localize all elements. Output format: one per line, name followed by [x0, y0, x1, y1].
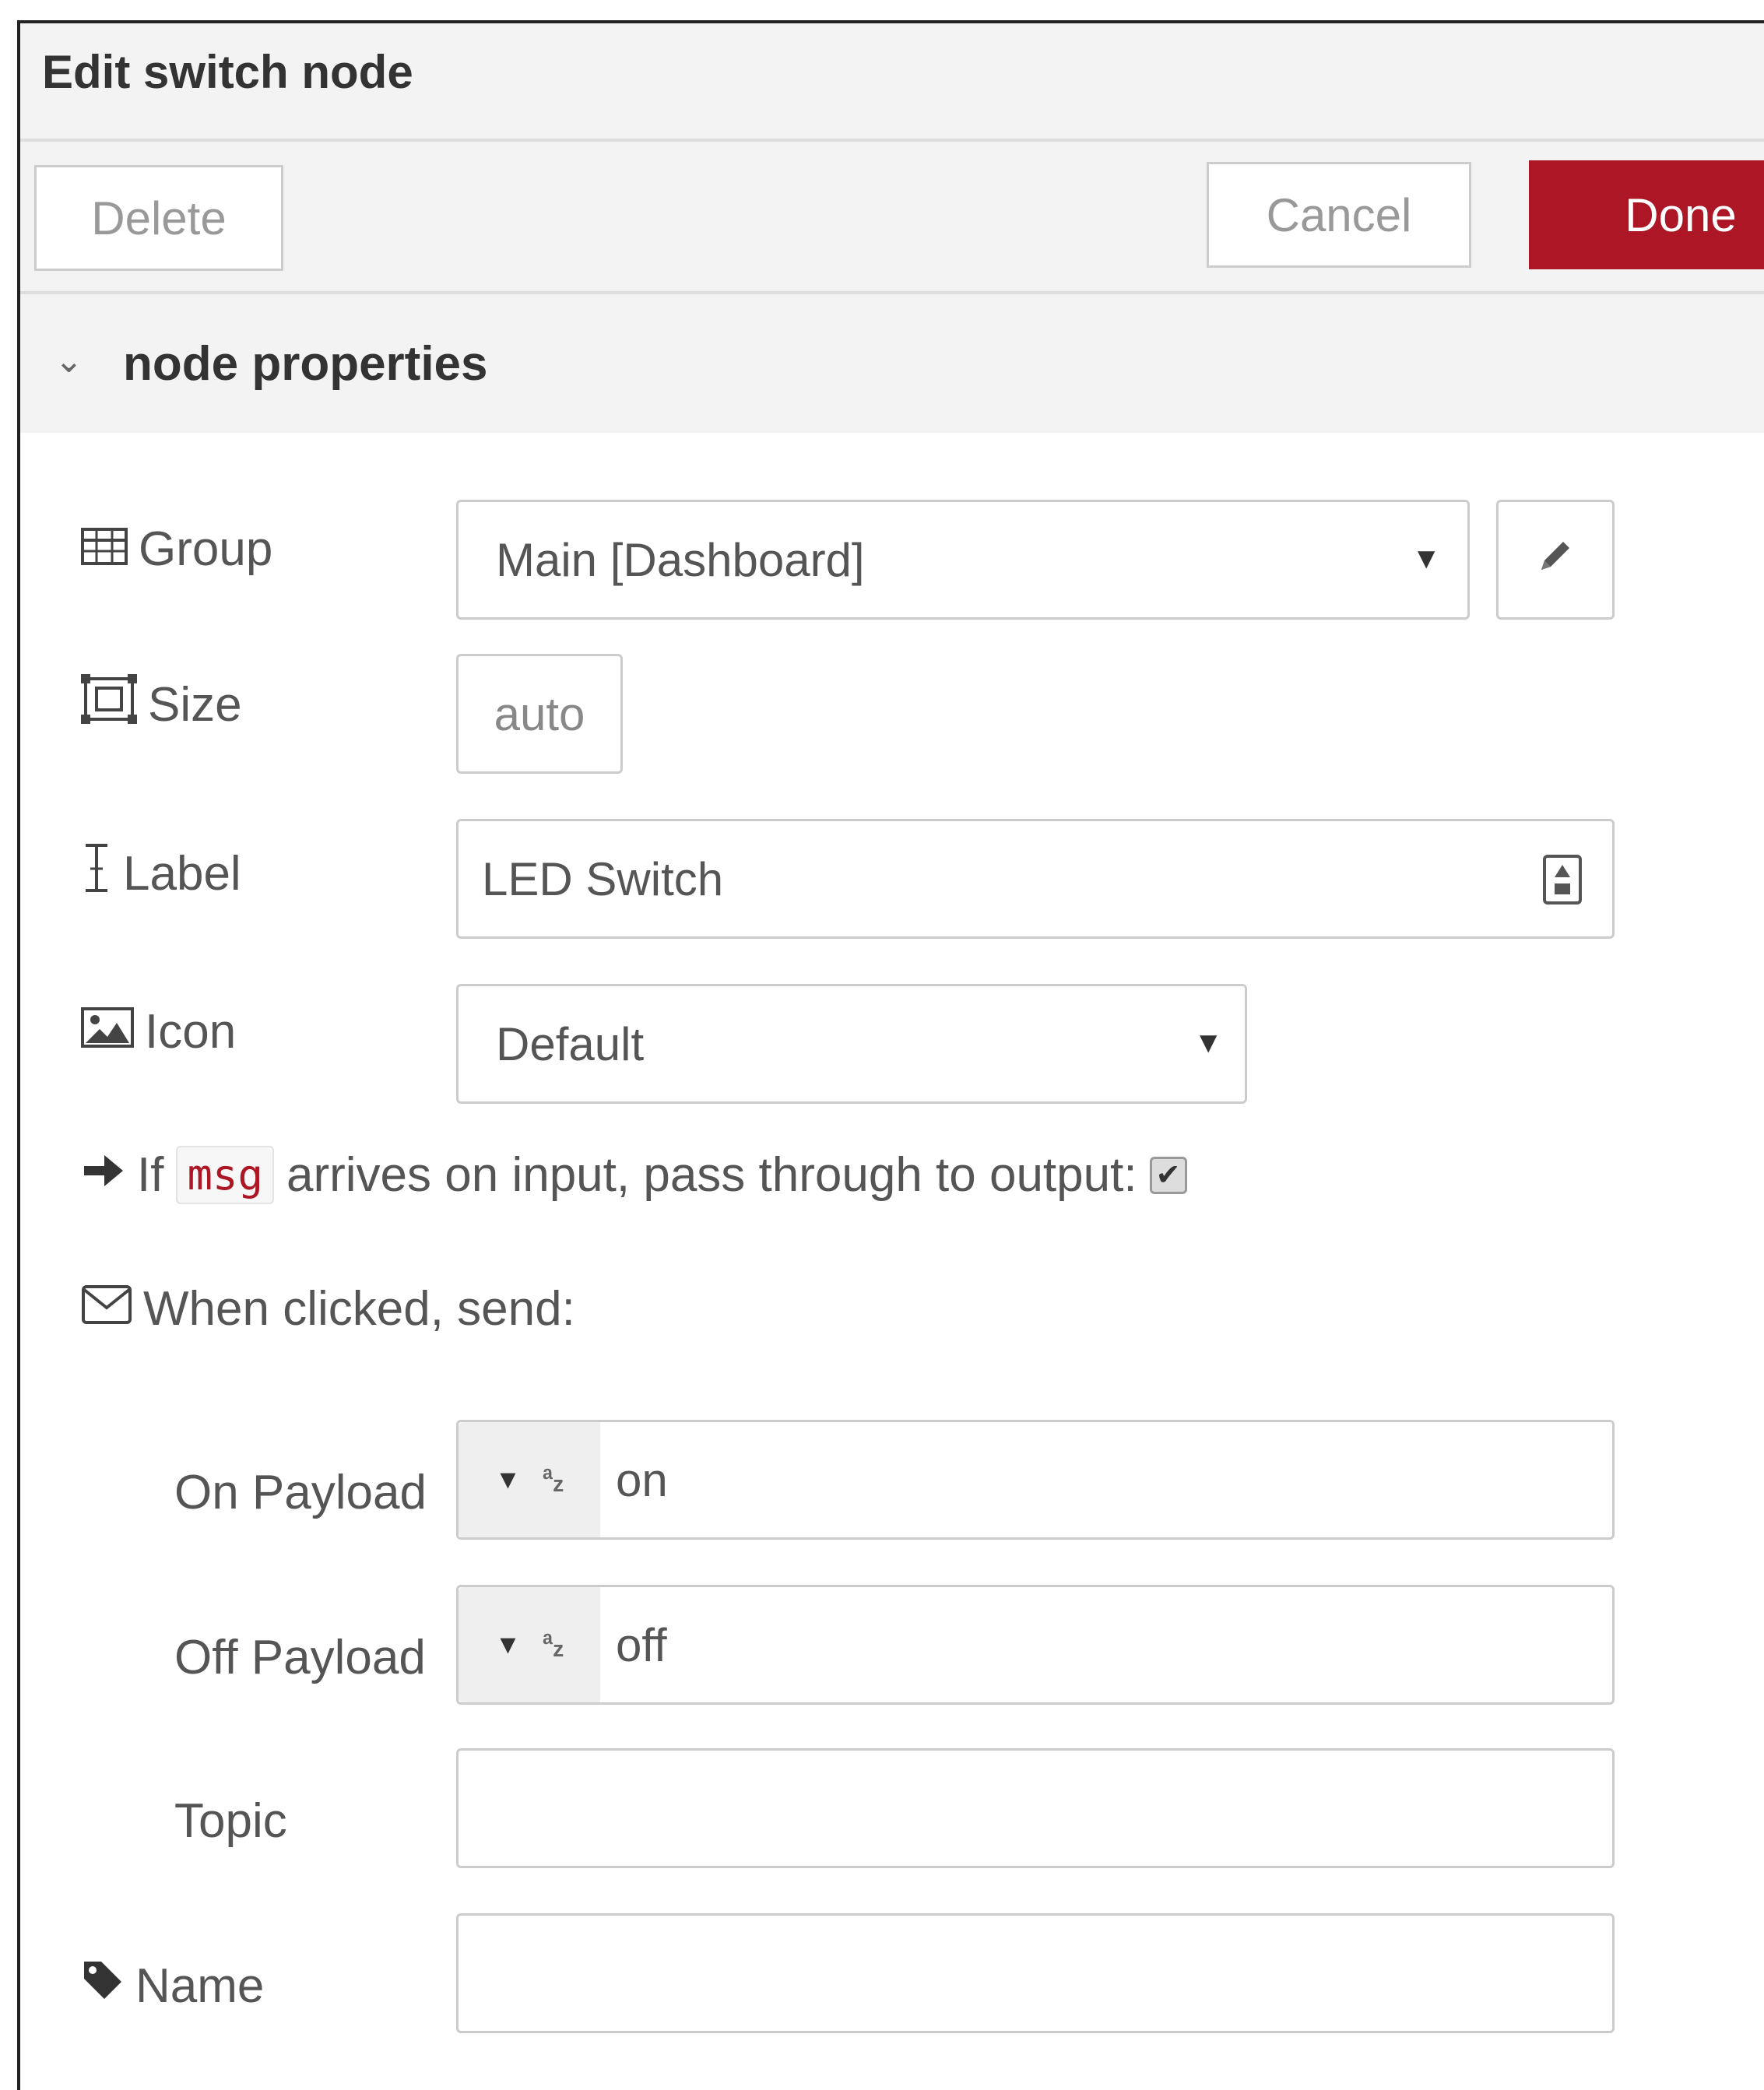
topic-input[interactable]	[456, 1748, 1615, 1868]
icon-label-row: Icon	[81, 1004, 236, 1059]
size-value: auto	[494, 687, 585, 740]
off-payload-value: off	[616, 1618, 667, 1671]
section-title: node properties	[123, 337, 488, 391]
pencil-icon	[1535, 533, 1576, 587]
dropdown-caret-icon: ▼	[1193, 1027, 1223, 1059]
passthrough-text: arrives on input, pass through to output…	[286, 1148, 1137, 1202]
cancel-button[interactable]: Cancel	[1207, 162, 1471, 268]
edit-group-button[interactable]	[1496, 500, 1615, 620]
size-label: Size	[148, 678, 242, 732]
done-button[interactable]: Done	[1529, 160, 1764, 269]
on-payload-label: On Payload	[174, 1466, 427, 1519]
resize-icon	[81, 674, 137, 736]
label-label-row: Label	[81, 841, 241, 907]
image-icon	[81, 1004, 134, 1059]
edit-node-dialog: Edit switch node Delete Cancel Done ⌄ no…	[17, 20, 1764, 2090]
arrow-right-icon	[81, 1147, 125, 1203]
passthrough-row: If msg arrives on input, pass through to…	[81, 1146, 1187, 1204]
topic-label-row: Topic	[174, 1793, 287, 1849]
topic-label: Topic	[174, 1794, 287, 1848]
dialog-titlebar: Edit switch node	[20, 23, 1764, 142]
on-payload-value: on	[616, 1453, 668, 1506]
size-label-row: Size	[81, 674, 242, 736]
on-payload-input[interactable]: ▼ ᵃz on	[456, 1420, 1615, 1540]
when-clicked-label: When clicked, send:	[143, 1282, 575, 1336]
name-label: Name	[135, 1959, 265, 2013]
group-select[interactable]: Main [Dashboard] ▼	[456, 500, 1470, 620]
group-label-row: Group	[81, 522, 272, 577]
icon-select-value: Default	[496, 1017, 645, 1070]
off-payload-label-row: Off Payload	[174, 1630, 426, 1685]
on-payload-label-row: On Payload	[174, 1465, 427, 1520]
group-label: Group	[139, 522, 273, 576]
chevron-down-icon: ⌄	[54, 342, 83, 380]
envelope-icon	[81, 1281, 132, 1337]
caret-down-icon: ▼	[494, 1629, 522, 1660]
msg-code: msg	[176, 1146, 274, 1204]
label-input[interactable]: LED Switch	[456, 819, 1615, 939]
size-button[interactable]: auto	[456, 654, 623, 774]
caret-down-icon: ▼	[494, 1464, 522, 1495]
dialog-title: Edit switch node	[42, 46, 413, 98]
passthrough-checkbox[interactable]: ✔	[1149, 1156, 1187, 1194]
name-input[interactable]	[456, 1913, 1615, 2033]
icon-select[interactable]: Default ▼	[456, 984, 1247, 1104]
delete-button[interactable]: Delete	[34, 165, 283, 271]
on-payload-type-select[interactable]: ▼ ᵃz	[459, 1422, 600, 1537]
text-cursor-icon	[81, 841, 112, 907]
off-payload-input[interactable]: ▼ ᵃz off	[456, 1585, 1615, 1705]
node-properties-section-header[interactable]: ⌄ node properties	[20, 294, 1764, 433]
tag-icon	[81, 1958, 125, 2014]
icon-label: Icon	[145, 1005, 237, 1059]
off-payload-label: Off Payload	[174, 1631, 426, 1684]
when-clicked-row: When clicked, send:	[81, 1281, 575, 1337]
dropdown-caret-icon: ▼	[1411, 543, 1441, 575]
name-label-row: Name	[81, 1958, 264, 2014]
off-payload-type-select[interactable]: ▼ ᵃz	[459, 1587, 600, 1702]
string-type-icon: ᵃz	[543, 1462, 564, 1497]
dialog-button-bar: Delete Cancel Done	[20, 142, 1764, 294]
string-type-icon: ᵃz	[543, 1627, 564, 1662]
passthrough-prefix: If	[137, 1148, 164, 1202]
label-input-value: LED Switch	[482, 852, 724, 905]
table-icon	[81, 522, 128, 577]
text-format-icon[interactable]	[1542, 854, 1583, 916]
label-label: Label	[123, 847, 241, 901]
group-select-value: Main [Dashboard]	[496, 533, 865, 586]
